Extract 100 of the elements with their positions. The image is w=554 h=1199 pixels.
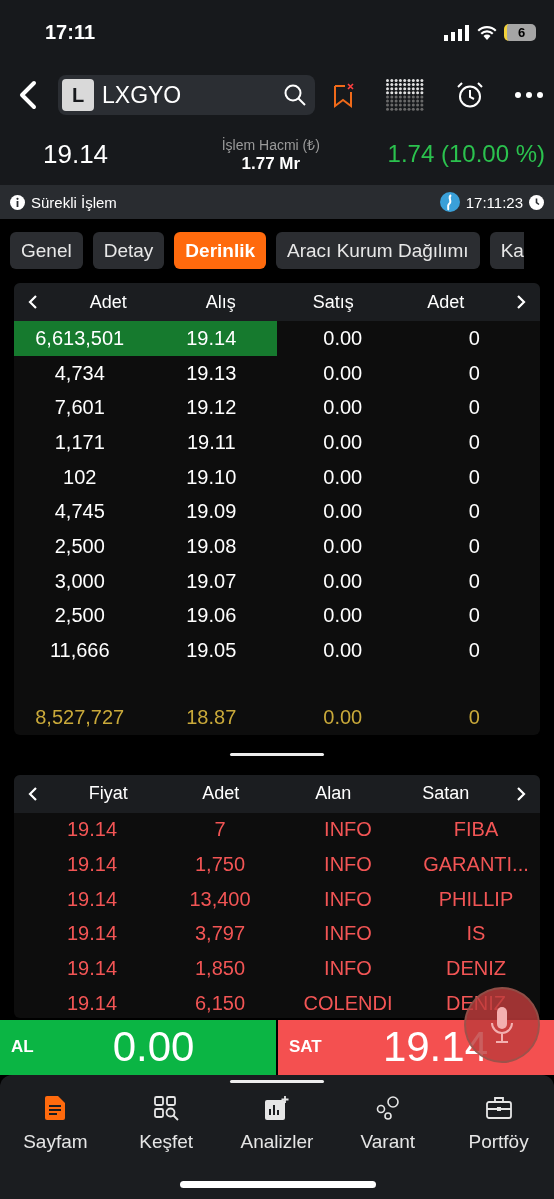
drag-handle[interactable] bbox=[230, 753, 324, 757]
table-cell-text: COLENDI bbox=[302, 990, 394, 1016]
table-cell-text: 19.14 bbox=[65, 956, 119, 982]
column-header: Alış bbox=[204, 291, 237, 313]
table-cell-text: 13,400 bbox=[188, 886, 252, 912]
more-icon[interactable] bbox=[514, 91, 544, 99]
table-cell-text: 19.08 bbox=[185, 533, 238, 559]
volume-label: İşlem Hacmi (₺) bbox=[221, 135, 320, 154]
table-cell-text: 1,171 bbox=[53, 429, 106, 455]
column-header: Fiyat bbox=[87, 783, 129, 805]
column-header: Adet bbox=[426, 291, 466, 313]
next-columns-icon[interactable] bbox=[515, 294, 527, 310]
tab[interactable]: Ka bbox=[489, 232, 524, 269]
last-price: 19.14 bbox=[43, 138, 109, 170]
table-cell-text: 1,850 bbox=[193, 956, 247, 982]
nav-item[interactable]: Sayfam bbox=[23, 1130, 88, 1153]
alarm-icon[interactable] bbox=[455, 81, 484, 109]
table-cell-text: 19.14 bbox=[65, 852, 119, 878]
table-cell-text: INFO bbox=[323, 817, 373, 843]
table-cell-text: 0.00 bbox=[322, 603, 364, 629]
symbol-search-field[interactable]: L LXGYO bbox=[58, 75, 315, 115]
table-cell-text: GARANTI... bbox=[422, 852, 530, 878]
table-cell-text: PHILLIP bbox=[437, 886, 515, 912]
table-cell-text: 0 bbox=[467, 533, 481, 559]
table-cell-text: 3,000 bbox=[53, 568, 106, 594]
table-cell-text: 0 bbox=[467, 499, 481, 525]
table-cell-text: DENIZ bbox=[445, 956, 507, 982]
table-cell-text: 0.00 bbox=[322, 533, 364, 559]
table-cell-text: IS bbox=[465, 921, 487, 947]
table-cell-text: 0.00 bbox=[322, 429, 364, 455]
table-cell-text: 19.14 bbox=[65, 990, 119, 1016]
volume-value: 1.77 Mr bbox=[241, 153, 301, 174]
table-cell-text: FIBA bbox=[452, 817, 500, 843]
total-cell-text: 8,527,727 bbox=[34, 704, 126, 730]
table-cell-text: 4,745 bbox=[53, 499, 106, 525]
table-cell-text: 0 bbox=[467, 395, 481, 421]
table-cell-text: 7,601 bbox=[53, 395, 106, 421]
table-cell-text: 6,150 bbox=[193, 990, 247, 1016]
table-cell-text: INFO bbox=[323, 886, 373, 912]
table-cell-text: 19.06 bbox=[185, 603, 238, 629]
table-cell-text: 2,500 bbox=[53, 533, 106, 559]
dot-grid-icon[interactable] bbox=[385, 78, 426, 112]
table-cell-text: 0.00 bbox=[322, 638, 364, 664]
nav-item[interactable]: Varant bbox=[360, 1130, 416, 1153]
table-cell-text: 0.00 bbox=[322, 464, 364, 490]
table-cell-text: 0.00 bbox=[322, 325, 364, 351]
table-cell-text: 0 bbox=[467, 325, 481, 351]
previous-columns-icon[interactable] bbox=[27, 294, 39, 310]
table-cell-text: 19.14 bbox=[65, 921, 119, 947]
tab[interactable]: Detay bbox=[92, 232, 165, 269]
table-cell-text: 0 bbox=[467, 638, 481, 664]
table-cell-text: 19.14 bbox=[65, 886, 119, 912]
previous-columns-icon[interactable] bbox=[27, 785, 39, 802]
total-cell-text: 0.00 bbox=[322, 704, 364, 730]
table-cell-text: 0.00 bbox=[322, 395, 364, 421]
table-cell-text: 0.00 bbox=[322, 499, 364, 525]
table-cell-text: 0.00 bbox=[322, 360, 364, 386]
table-cell-text: INFO bbox=[323, 921, 373, 947]
table-cell: 19.14 bbox=[145, 321, 277, 356]
table-cell-text: 2,500 bbox=[53, 603, 106, 629]
table-cell-text: 0 bbox=[467, 429, 481, 455]
info-icon bbox=[10, 194, 25, 210]
table-cell-text: 19.10 bbox=[185, 464, 238, 490]
table-cell-text: 19.13 bbox=[185, 360, 238, 386]
table-cell-text: 11,666 bbox=[48, 638, 111, 664]
table-cell-text: INFO bbox=[323, 956, 373, 982]
column-header: Adet bbox=[88, 291, 128, 313]
table-cell-text: 0 bbox=[467, 464, 481, 490]
total-cell-text: 18.87 bbox=[185, 704, 238, 730]
next-columns-icon[interactable] bbox=[515, 785, 527, 802]
nav-item[interactable]: Analizler bbox=[240, 1130, 314, 1153]
table-cell-text: 0 bbox=[467, 568, 481, 594]
bookmark-remove-icon[interactable] bbox=[333, 82, 355, 108]
column-header: Satış bbox=[311, 291, 355, 313]
symbol-name: LXGYO bbox=[102, 81, 183, 109]
total-cell-text: 0 bbox=[467, 704, 481, 730]
nav-item[interactable]: Portföy bbox=[468, 1130, 529, 1153]
table-cell: 6,613,501 bbox=[14, 321, 146, 356]
table-cell-text: 0 bbox=[467, 360, 481, 386]
battery-level: 6 bbox=[504, 24, 536, 41]
table-cell-text: 19.09 bbox=[185, 499, 238, 525]
table-cell-text: 19.12 bbox=[185, 395, 238, 421]
table-cell-text: 19.07 bbox=[185, 568, 238, 594]
session-time: 17:11:23 bbox=[465, 193, 523, 211]
search-icon[interactable] bbox=[283, 83, 307, 107]
table-cell-text: 0.00 bbox=[322, 568, 364, 594]
table-cell-text: 0 bbox=[467, 603, 481, 629]
table-cell-text: 4,734 bbox=[53, 360, 106, 386]
table-cell-text: 19.14 bbox=[65, 817, 119, 843]
wifi-icon bbox=[477, 25, 497, 40]
signal-icon bbox=[444, 24, 470, 41]
table-cell-text: 1,750 bbox=[193, 852, 247, 878]
nav-item[interactable]: Keşfet bbox=[139, 1130, 194, 1153]
column-header: Adet bbox=[201, 783, 241, 805]
tab[interactable]: Genel bbox=[10, 232, 83, 269]
tab[interactable]: Aracı Kurum Dağılımı bbox=[276, 232, 480, 269]
table-cell-text: 19.11 bbox=[185, 429, 237, 455]
price-change: 1.74 (10.00 %) bbox=[387, 140, 545, 168]
table-cell-text: 3,797 bbox=[193, 921, 247, 947]
status-time: 17:11 bbox=[45, 21, 96, 44]
